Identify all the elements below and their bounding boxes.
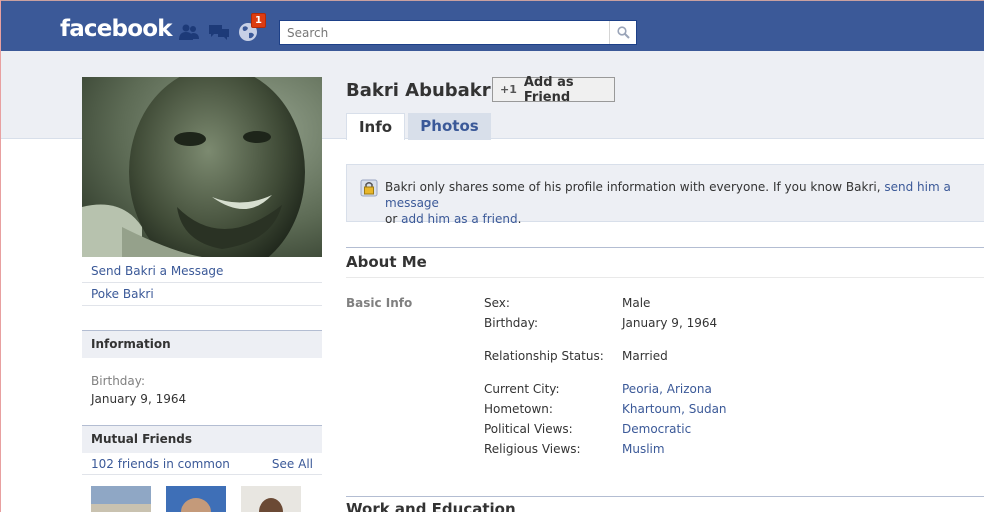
birthday-info-value: January 9, 1964	[622, 316, 718, 330]
relationship-key: Relationship Status:	[484, 349, 604, 363]
add-friend-button[interactable]: +1 Add as Friend	[492, 74, 615, 105]
friend-thumbnail[interactable]	[241, 486, 301, 512]
search-button[interactable]	[609, 21, 636, 44]
add-him-friend-link[interactable]: add him as a friend	[401, 212, 518, 226]
current-city-key: Current City:	[484, 382, 560, 396]
see-all-link[interactable]: See All	[272, 457, 313, 471]
political-views-key: Political Views:	[484, 422, 573, 436]
hometown-key: Hometown:	[484, 402, 553, 416]
information-heading: Information	[82, 330, 322, 358]
send-message-link[interactable]: Send Bakri a Message	[82, 260, 322, 283]
mutual-friends-heading: Mutual Friends	[82, 425, 322, 453]
birthday-label: Birthday:	[91, 374, 146, 388]
mutual-friends-row: 102 friends in common See All	[82, 453, 322, 475]
friend-thumbnail[interactable]	[91, 486, 151, 512]
section-divider	[346, 277, 984, 278]
relationship-value: Married	[622, 349, 668, 363]
sex-value: Male	[622, 296, 651, 310]
search-bar	[279, 20, 637, 45]
friend-thumbnail[interactable]	[166, 486, 226, 512]
about-me-title: About Me	[346, 253, 427, 271]
friend-requests-icon[interactable]	[178, 21, 200, 43]
work-education-title: Work and Education	[346, 500, 516, 512]
search-input[interactable]	[280, 21, 609, 44]
add-friend-label: Add as Friend	[523, 74, 574, 105]
facebook-logo[interactable]: facebook	[60, 16, 173, 42]
birthday-key: Birthday:	[484, 316, 539, 330]
birthday-value: January 9, 1964	[91, 392, 187, 406]
religious-views-link[interactable]: Muslim	[622, 442, 665, 456]
poke-link[interactable]: Poke Bakri	[82, 283, 322, 306]
tab-info[interactable]: Info	[346, 113, 405, 140]
top-bar: facebook 1	[1, 0, 984, 51]
notice-text-1: Bakri only shares some of his profile in…	[385, 180, 885, 194]
basic-info-label: Basic Info	[346, 296, 413, 310]
notification-badge: 1	[251, 13, 266, 28]
lock-icon	[360, 179, 378, 197]
profile-picture[interactable]	[82, 77, 322, 257]
political-views-link[interactable]: Democratic	[622, 422, 691, 436]
privacy-notice: Bakri only shares some of his profile in…	[346, 164, 984, 226]
religious-views-key: Religious Views:	[484, 442, 581, 456]
notice-text-3: .	[517, 212, 522, 226]
profile-name: Bakri Abubakr	[346, 80, 491, 101]
add-friend-icon: +1	[500, 83, 517, 96]
section-divider	[346, 496, 984, 497]
search-icon	[616, 26, 630, 39]
current-city-link[interactable]: Peoria, Arizona	[622, 382, 712, 396]
section-divider	[346, 247, 984, 248]
tab-photos[interactable]: Photos	[408, 113, 491, 140]
sex-key: Sex:	[484, 296, 510, 310]
mutual-friends-count-link[interactable]: 102 friends in common	[91, 457, 230, 471]
messages-icon[interactable]	[208, 21, 230, 43]
hometown-link[interactable]: Khartoum, Sudan	[622, 402, 727, 416]
notice-text-2: or	[385, 212, 402, 226]
